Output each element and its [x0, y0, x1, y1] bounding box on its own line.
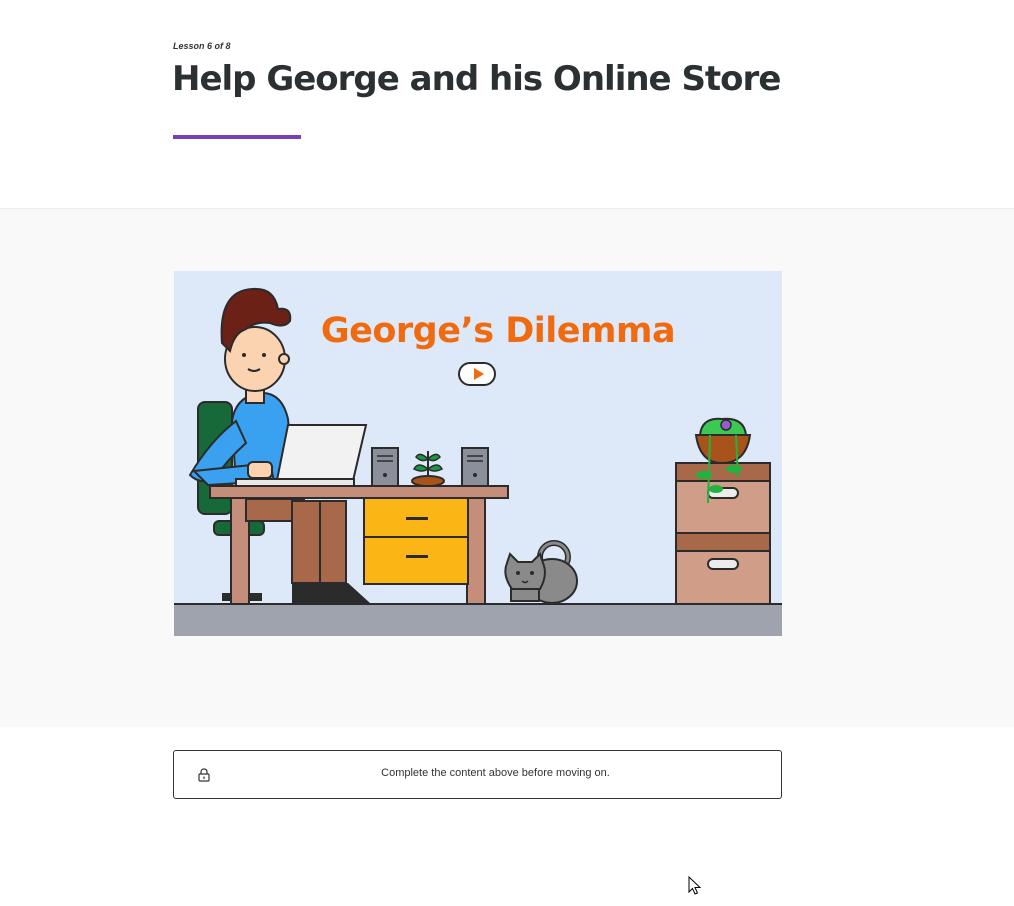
video-title: George’s Dilemma — [320, 311, 676, 351]
play-button[interactable] — [458, 362, 496, 386]
video-player[interactable]: George’s Dilemma — [174, 271, 782, 636]
lesson-title: Help George and his Online Store — [172, 59, 781, 99]
lesson-counter: Lesson 6 of 8 — [173, 41, 231, 51]
mouse-cursor-icon — [688, 876, 701, 895]
title-divider — [173, 135, 301, 139]
play-icon — [474, 368, 484, 380]
locked-content-notice: Complete the content above before moving… — [173, 750, 782, 799]
locked-content-message: Complete the content above before moving… — [381, 767, 610, 779]
lesson-header: Lesson 6 of 8 Help George and his Online… — [0, 0, 1014, 208]
